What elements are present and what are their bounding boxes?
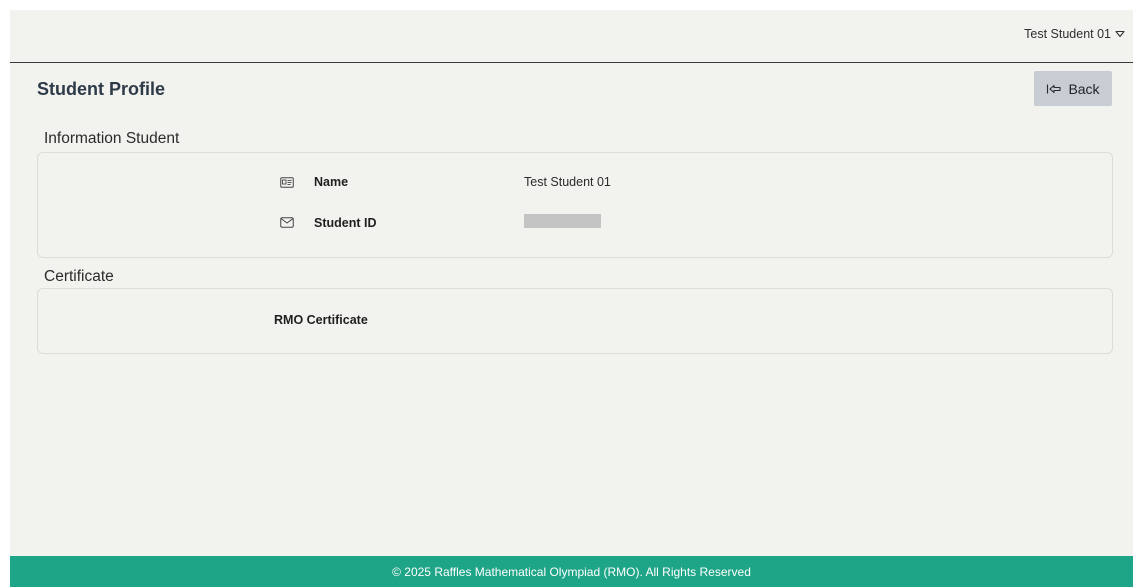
- redacted-block: [524, 214, 601, 228]
- certificate-card: RMO Certificate: [37, 288, 1113, 354]
- back-button[interactable]: Back: [1034, 71, 1112, 106]
- user-name: Test Student 01: [1024, 27, 1111, 41]
- envelope-icon: [280, 217, 300, 228]
- information-section-heading: Information Student: [44, 130, 180, 147]
- back-button-label: Back: [1068, 80, 1100, 97]
- chevron-down-icon: [1115, 30, 1125, 38]
- user-menu[interactable]: Test Student 01: [1024, 27, 1125, 41]
- footer-copyright: © 2025 Raffles Mathematical Olympiad (RM…: [392, 564, 751, 579]
- footer: © 2025 Raffles Mathematical Olympiad (RM…: [10, 556, 1133, 587]
- info-row-name: Name Test Student 01: [280, 175, 611, 189]
- name-label: Name: [314, 175, 349, 189]
- page-title: Student Profile: [37, 79, 166, 99]
- app-frame: Test Student 01 Student Profile Back Inf…: [10, 10, 1133, 587]
- id-card-icon: [280, 176, 300, 188]
- name-value: Test Student 01: [524, 175, 611, 189]
- top-bar: Test Student 01: [10, 10, 1133, 63]
- student-id-label: Student ID: [314, 215, 377, 230]
- rmo-certificate-label: RMO Certificate: [274, 313, 368, 327]
- certificate-section-heading: Certificate: [44, 268, 114, 285]
- back-arrow-icon: [1046, 83, 1062, 95]
- info-row-student-id: Student ID: [280, 214, 601, 231]
- student-id-value: [524, 214, 601, 231]
- information-card: Name Test Student 01 Student ID: [37, 152, 1113, 258]
